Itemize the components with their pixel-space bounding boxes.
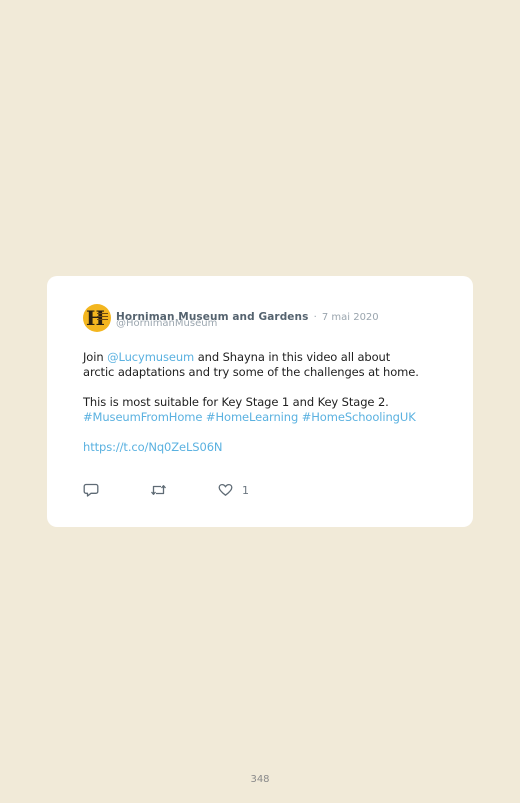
- text-join: Join: [83, 350, 108, 364]
- author-handle[interactable]: @HornimanMuseum: [116, 318, 217, 329]
- page-number: 348: [250, 774, 270, 785]
- tweet-paragraph-1: Join @Lucymuseum and Shayna in this vide…: [83, 350, 463, 380]
- text-line1: and Shayna in this video all about: [194, 350, 391, 364]
- retweet-icon: [151, 485, 166, 495]
- reply-button[interactable]: [83, 482, 99, 498]
- url-link[interactable]: https://t.co/Nq0ZeLS06N: [83, 440, 223, 454]
- tweet-paragraph-3: https://t.co/Nq0ZeLS06N: [83, 440, 463, 455]
- retweet-button[interactable]: [150, 482, 167, 498]
- like-button[interactable]: 1: [218, 482, 249, 498]
- text-line2: arctic adaptations and try some of the c…: [83, 365, 419, 379]
- reply-icon: [83, 483, 99, 497]
- tweet-date[interactable]: 7 mai 2020: [322, 312, 379, 323]
- tweet-card: H Horniman Museum and Gardens · 7 mai 20…: [47, 276, 473, 527]
- hashtag-link[interactable]: #HomeSchoolingUK: [302, 410, 416, 424]
- like-count: 1: [242, 483, 249, 497]
- hashtag-link[interactable]: #HomeLearning: [206, 410, 298, 424]
- date-separator: ·: [313, 312, 317, 323]
- avatar[interactable]: H: [83, 304, 111, 332]
- hashtag-link[interactable]: #MuseumFromHome: [83, 410, 202, 424]
- logo-lines: [97, 313, 108, 322]
- heart-icon: [218, 483, 233, 496]
- tweet-text: Join @Lucymuseum and Shayna in this vide…: [83, 350, 463, 470]
- tweet-paragraph-2: This is most suitable for Key Stage 1 an…: [83, 395, 463, 425]
- text-line3: This is most suitable for Key Stage 1 an…: [83, 395, 389, 409]
- mention-link[interactable]: @Lucymuseum: [107, 350, 194, 364]
